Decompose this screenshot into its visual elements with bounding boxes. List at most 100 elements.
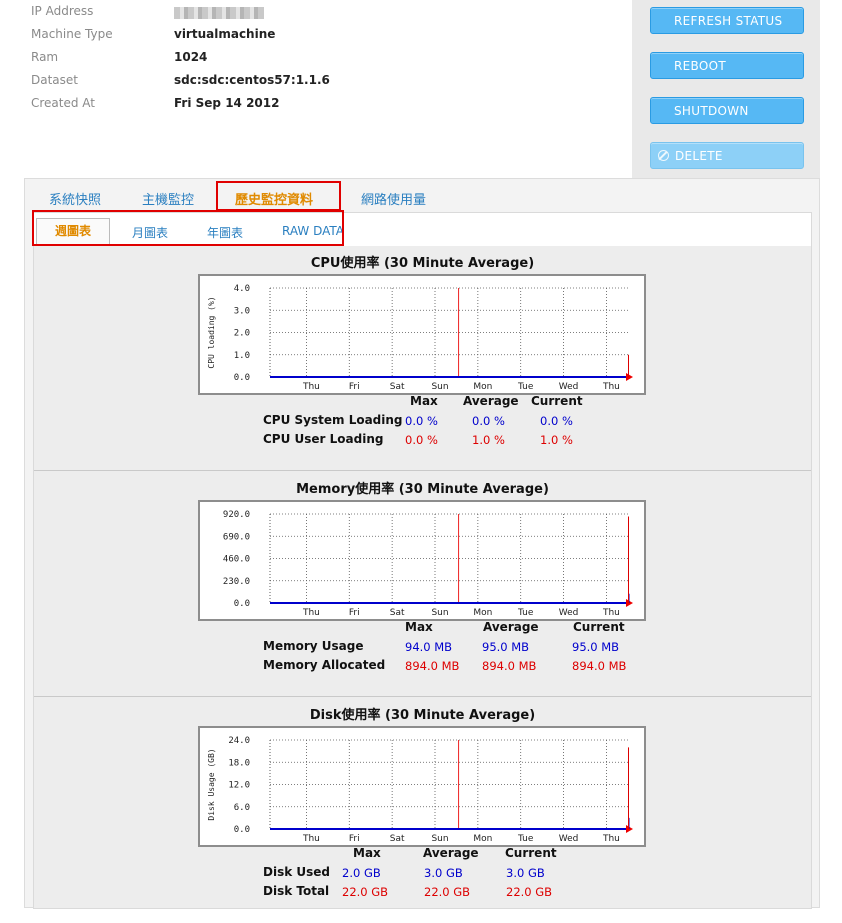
chart-title: CPU使用率 (30 Minute Average) <box>310 256 535 271</box>
stat-average: 0.0 % <box>472 414 505 428</box>
info-row-ip: IP Address <box>31 4 431 24</box>
y-tick-label: 230.0 <box>223 577 250 587</box>
x-tick-label: Tue <box>517 834 534 844</box>
x-tick-label: Sun <box>431 834 448 844</box>
col-current: Current <box>505 846 557 860</box>
ip-address-redacted <box>174 4 264 22</box>
info-value: Fri Sep 14 2012 <box>174 96 280 110</box>
stat-max: 22.0 GB <box>342 885 389 899</box>
row-label: CPU System Loading <box>263 413 403 427</box>
highlight-box <box>32 210 344 246</box>
stat-max: 2.0 GB <box>342 866 381 880</box>
stat-current: 95.0 MB <box>572 640 620 654</box>
memory-stats: Max Average Current Memory Usage 94.0 MB… <box>263 620 643 680</box>
x-tick-label: Thu <box>602 834 620 844</box>
main-tabs: 系統快照 主機監控 歷史監控資料 網路使用量 <box>25 179 819 212</box>
x-tick-label: Thu <box>302 382 320 392</box>
tab-snapshot[interactable]: 系統快照 <box>49 189 101 208</box>
stat-average: 1.0 % <box>472 433 505 447</box>
disk-stats: Max Average Current Disk Used 2.0 GB 3.0… <box>263 846 643 906</box>
x-tick-label: Thu <box>602 382 620 392</box>
x-tick-label: Fri <box>349 834 360 844</box>
monitoring-panel: 系統快照 主機監控 歷史監控資料 網路使用量 週圖表 月圖表 年圖表 RAW D… <box>24 178 820 909</box>
period-subtabs: 週圖表 月圖表 年圖表 RAW DATA <box>32 210 811 246</box>
y-tick-label: 2.0 <box>234 329 250 339</box>
x-tick-label: Tue <box>517 608 534 618</box>
y-tick-label: 0.0 <box>234 373 250 383</box>
y-tick-label: 460.0 <box>223 555 250 565</box>
col-max: Max <box>410 394 438 408</box>
stat-current: 3.0 GB <box>506 866 545 880</box>
col-max: Max <box>353 846 381 860</box>
info-row-created-at: Created At Fri Sep 14 2012 <box>31 96 431 116</box>
tab-host-monitor[interactable]: 主機監控 <box>142 189 194 208</box>
info-value: virtualmachine <box>174 27 276 41</box>
stat-max: 0.0 % <box>405 414 438 428</box>
stat-average: 894.0 MB <box>482 659 537 673</box>
col-current: Current <box>573 620 625 634</box>
row-label: Memory Usage <box>263 639 364 653</box>
stat-current: 22.0 GB <box>506 885 553 899</box>
x-tick-label: Fri <box>349 608 360 618</box>
shutdown-button[interactable]: SHUTDOWN <box>650 97 804 124</box>
x-tick-label: Thu <box>602 608 620 618</box>
y-tick-label: 1.0 <box>234 351 250 361</box>
x-tick-label: Sun <box>431 382 448 392</box>
info-row-ram: Ram 1024 <box>31 50 431 70</box>
y-tick-label: 6.0 <box>234 803 250 813</box>
y-tick-label: 12.0 <box>228 781 250 791</box>
info-row-dataset: Dataset sdc:sdc:centos57:1.1.6 <box>31 73 431 93</box>
y-tick-label: 4.0 <box>234 284 250 294</box>
chart-title: Disk使用率 (30 Minute Average) <box>309 708 536 723</box>
x-tick-label: Thu <box>302 608 320 618</box>
x-tick-label: Wed <box>559 834 579 844</box>
stat-max: 94.0 MB <box>405 640 453 654</box>
memory-chart: 0.0 230.0 460.0 690.0 920.0 Thu Fri Sat Sun Mon Tu… <box>198 500 646 621</box>
info-key: Dataset <box>31 73 78 87</box>
action-panel: REFRESH STATUS REBOOT SHUTDOWN DELETE <box>632 0 820 178</box>
info-key: Ram <box>31 50 59 64</box>
refresh-status-button[interactable]: REFRESH STATUS <box>650 7 804 34</box>
y-tick-label: 3.0 <box>234 306 250 316</box>
x-tick-label: Fri <box>349 382 360 392</box>
col-max: Max <box>405 620 433 634</box>
stat-average: 95.0 MB <box>482 640 530 654</box>
y-tick-label: 18.0 <box>228 758 250 768</box>
col-average: Average <box>423 846 479 860</box>
info-key: IP Address <box>31 4 94 18</box>
cpu-section: CPU使用率 (30 Minute Average) 0.0 1.0 2.0 3.0 4… <box>34 246 811 471</box>
y-axis-label: CPU loading (%) <box>207 296 216 368</box>
cpu-chart: 0.0 1.0 2.0 3.0 4.0 Thu Fri Sat Sun Mon Tue Wed Thu C… <box>198 274 646 395</box>
memory-section: Memory使用率 (30 Minute Average) 0.0 230.0 46… <box>34 472 811 697</box>
row-label: Disk Used <box>263 865 330 879</box>
reboot-button[interactable]: REBOOT <box>650 52 804 79</box>
disk-chart: 0.0 6.0 12.0 18.0 24.0 Thu Fri Sat Sun Mon Tue Wed T… <box>198 726 646 847</box>
history-content: 週圖表 月圖表 年圖表 RAW DATA CPU使用率 (30 Minute A… <box>32 210 812 909</box>
stat-current: 0.0 % <box>540 414 573 428</box>
stat-current: 894.0 MB <box>572 659 627 673</box>
x-tick-label: Sun <box>431 608 448 618</box>
x-tick-label: Sat <box>390 834 405 844</box>
stat-average: 3.0 GB <box>424 866 463 880</box>
y-tick-label: 0.0 <box>234 599 250 609</box>
x-tick-label: Thu <box>302 834 320 844</box>
tab-network-usage[interactable]: 網路使用量 <box>361 189 426 208</box>
row-label: Memory Allocated <box>263 658 386 672</box>
col-current: Current <box>531 394 583 408</box>
delete-button[interactable]: DELETE <box>650 142 804 169</box>
info-value: sdc:sdc:centos57:1.1.6 <box>174 73 330 87</box>
info-value: 1024 <box>174 50 208 64</box>
col-average: Average <box>463 394 519 408</box>
x-tick-label: Mon <box>473 834 492 844</box>
x-tick-label: Wed <box>559 608 579 618</box>
x-tick-label: Mon <box>473 608 492 618</box>
ban-icon <box>658 150 669 161</box>
y-tick-label: 24.0 <box>228 736 250 746</box>
info-key: Created At <box>31 96 96 110</box>
stat-current: 1.0 % <box>540 433 573 447</box>
y-tick-label: 690.0 <box>223 532 250 542</box>
highlight-box <box>216 181 341 211</box>
cpu-stats: Max Average Current CPU System Loading 0… <box>263 394 643 454</box>
stat-max: 0.0 % <box>405 433 438 447</box>
delete-button-label: DELETE <box>675 149 723 163</box>
